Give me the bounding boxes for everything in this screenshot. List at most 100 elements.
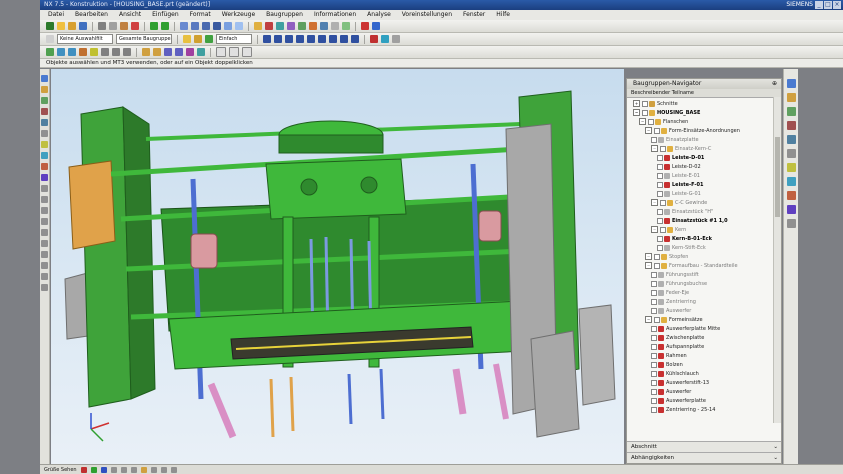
tree-row[interactable]: Einsatzstück "H" xyxy=(627,207,773,216)
delete-icon[interactable] xyxy=(131,22,139,30)
tree-row[interactable]: Aufspannplatte xyxy=(627,342,773,351)
assembly-tree[interactable]: + Schnitte − HOUSING_BASE − Flanschen − Form-Ei… xyxy=(627,98,781,424)
visibility-checkbox[interactable] xyxy=(651,325,657,332)
status-tool-icon[interactable] xyxy=(100,466,107,473)
wireframe-view-icon[interactable] xyxy=(235,22,243,30)
status-tool-icon[interactable] xyxy=(120,466,127,473)
visibility-checkbox[interactable] xyxy=(651,388,657,395)
tree-row[interactable]: Führungsbuchse xyxy=(627,279,773,288)
tool-icon[interactable] xyxy=(41,229,48,236)
tree-expander-icon[interactable]: − xyxy=(645,316,652,323)
boss-icon[interactable] xyxy=(90,48,98,56)
part-navigator-tab-icon[interactable] xyxy=(41,97,48,104)
right-gray-block[interactable] xyxy=(578,304,616,406)
ejector-pin-pink[interactable] xyxy=(452,368,467,415)
tree-row[interactable]: Kühlschlauch xyxy=(627,369,773,378)
pink-cylinder[interactable] xyxy=(190,233,218,269)
maximize-button[interactable]: □ xyxy=(824,1,832,9)
visibility-checkbox[interactable] xyxy=(651,370,657,377)
palette-tab-icon[interactable] xyxy=(41,174,48,181)
menu-preferences[interactable]: Voreinstellungen xyxy=(402,10,452,20)
explode-icon[interactable] xyxy=(331,22,339,30)
section-panel-header[interactable]: Abschnitt ⌄ xyxy=(627,441,781,452)
tree-row[interactable]: Kern-Stift-Eck xyxy=(627,243,773,252)
tree-row[interactable]: Leiste-E-01 xyxy=(627,171,773,180)
visibility-checkbox[interactable] xyxy=(657,172,663,179)
visibility-checkbox[interactable] xyxy=(660,145,666,152)
redo-icon[interactable] xyxy=(161,22,169,30)
visibility-checkbox[interactable] xyxy=(651,406,657,413)
assembly-navigator-tab-icon[interactable] xyxy=(41,75,48,82)
shaded-view-icon[interactable] xyxy=(224,22,232,30)
filter-icon[interactable] xyxy=(381,35,389,43)
web-browser-tab-icon[interactable] xyxy=(41,119,48,126)
visibility-checkbox[interactable] xyxy=(657,154,663,161)
stop-icon[interactable] xyxy=(361,22,369,30)
menu-file[interactable]: Datei xyxy=(48,10,64,20)
tree-row[interactable]: − Stopfen xyxy=(627,252,773,261)
process-studio-tab-icon[interactable] xyxy=(41,152,48,159)
visibility-checkbox[interactable] xyxy=(651,361,657,368)
visibility-checkbox[interactable] xyxy=(651,397,657,404)
select-icon[interactable] xyxy=(183,35,191,43)
ejector-pin-orange[interactable] xyxy=(269,378,275,438)
tree-row[interactable]: Rahmen xyxy=(627,351,773,360)
tree-expander-icon[interactable]: − xyxy=(639,118,646,125)
datum-csys-icon[interactable] xyxy=(242,47,252,57)
tree-row[interactable]: Auswerfer xyxy=(627,306,773,315)
tree-row[interactable]: Auswerferstift-13 xyxy=(627,378,773,387)
edge-blend-icon[interactable] xyxy=(142,48,150,56)
orange-manifold[interactable] xyxy=(68,160,116,250)
pin-icon[interactable]: ⊕ xyxy=(772,79,777,89)
fit-view-icon[interactable] xyxy=(180,22,188,30)
ejector-pin-blue[interactable] xyxy=(379,368,385,420)
visibility-checkbox[interactable] xyxy=(654,127,660,134)
midpoint-icon[interactable] xyxy=(285,35,293,43)
visibility-checkbox[interactable] xyxy=(657,163,663,170)
tree-row[interactable]: Leiste-F-01 xyxy=(627,180,773,189)
status-tool-icon[interactable] xyxy=(90,466,97,473)
palette-tab-icon[interactable] xyxy=(786,205,796,214)
zoom-icon[interactable] xyxy=(191,22,199,30)
visibility-checkbox[interactable] xyxy=(657,190,663,197)
constraint-navigator-tab-icon[interactable] xyxy=(41,86,48,93)
menu-window[interactable]: Fenster xyxy=(463,10,485,20)
revolve-icon[interactable] xyxy=(68,48,76,56)
menu-tools[interactable]: Werkzeuge xyxy=(222,10,255,20)
tree-row[interactable]: Feder-Eje xyxy=(627,288,773,297)
menu-icon[interactable] xyxy=(46,35,54,43)
center-icon[interactable] xyxy=(296,35,304,43)
scrollbar-thumb[interactable] xyxy=(775,137,780,217)
tree-expander-icon[interactable]: − xyxy=(645,253,652,260)
tree-expander-icon[interactable]: − xyxy=(651,226,658,233)
visibility-checkbox[interactable] xyxy=(651,379,657,386)
tool-icon[interactable] xyxy=(41,240,48,247)
visibility-checkbox[interactable] xyxy=(657,217,663,224)
endpoint-icon[interactable] xyxy=(274,35,282,43)
point-on-face-icon[interactable] xyxy=(351,35,359,43)
save-icon[interactable] xyxy=(79,22,87,30)
menu-insert[interactable]: Einfügen xyxy=(152,10,178,20)
tree-row[interactable]: Auswerfer xyxy=(627,387,773,396)
open-folder-icon[interactable] xyxy=(68,22,76,30)
tree-row[interactable]: − Formeinsätze xyxy=(627,315,773,324)
visibility-checkbox[interactable] xyxy=(660,199,666,206)
tool-icon[interactable] xyxy=(41,218,48,225)
help-icon[interactable] xyxy=(372,22,380,30)
mirror-icon[interactable] xyxy=(175,48,183,56)
intersection-icon[interactable] xyxy=(318,35,326,43)
visibility-checkbox[interactable] xyxy=(654,316,660,323)
status-tool-icon[interactable] xyxy=(170,466,177,473)
tool-icon[interactable] xyxy=(41,207,48,214)
layer-icon[interactable] xyxy=(254,22,262,30)
analysis-icon[interactable] xyxy=(287,22,295,30)
paste-icon[interactable] xyxy=(120,22,128,30)
tree-expander-icon[interactable]: + xyxy=(633,100,640,107)
materials-tab-icon[interactable] xyxy=(786,163,796,172)
left-green-plate[interactable] xyxy=(80,106,132,408)
reposition-icon[interactable] xyxy=(342,22,350,30)
misc-tab-icon[interactable] xyxy=(786,219,796,228)
pattern-icon[interactable] xyxy=(164,48,172,56)
visibility-checkbox[interactable] xyxy=(660,226,666,233)
housing-port[interactable] xyxy=(300,178,318,196)
